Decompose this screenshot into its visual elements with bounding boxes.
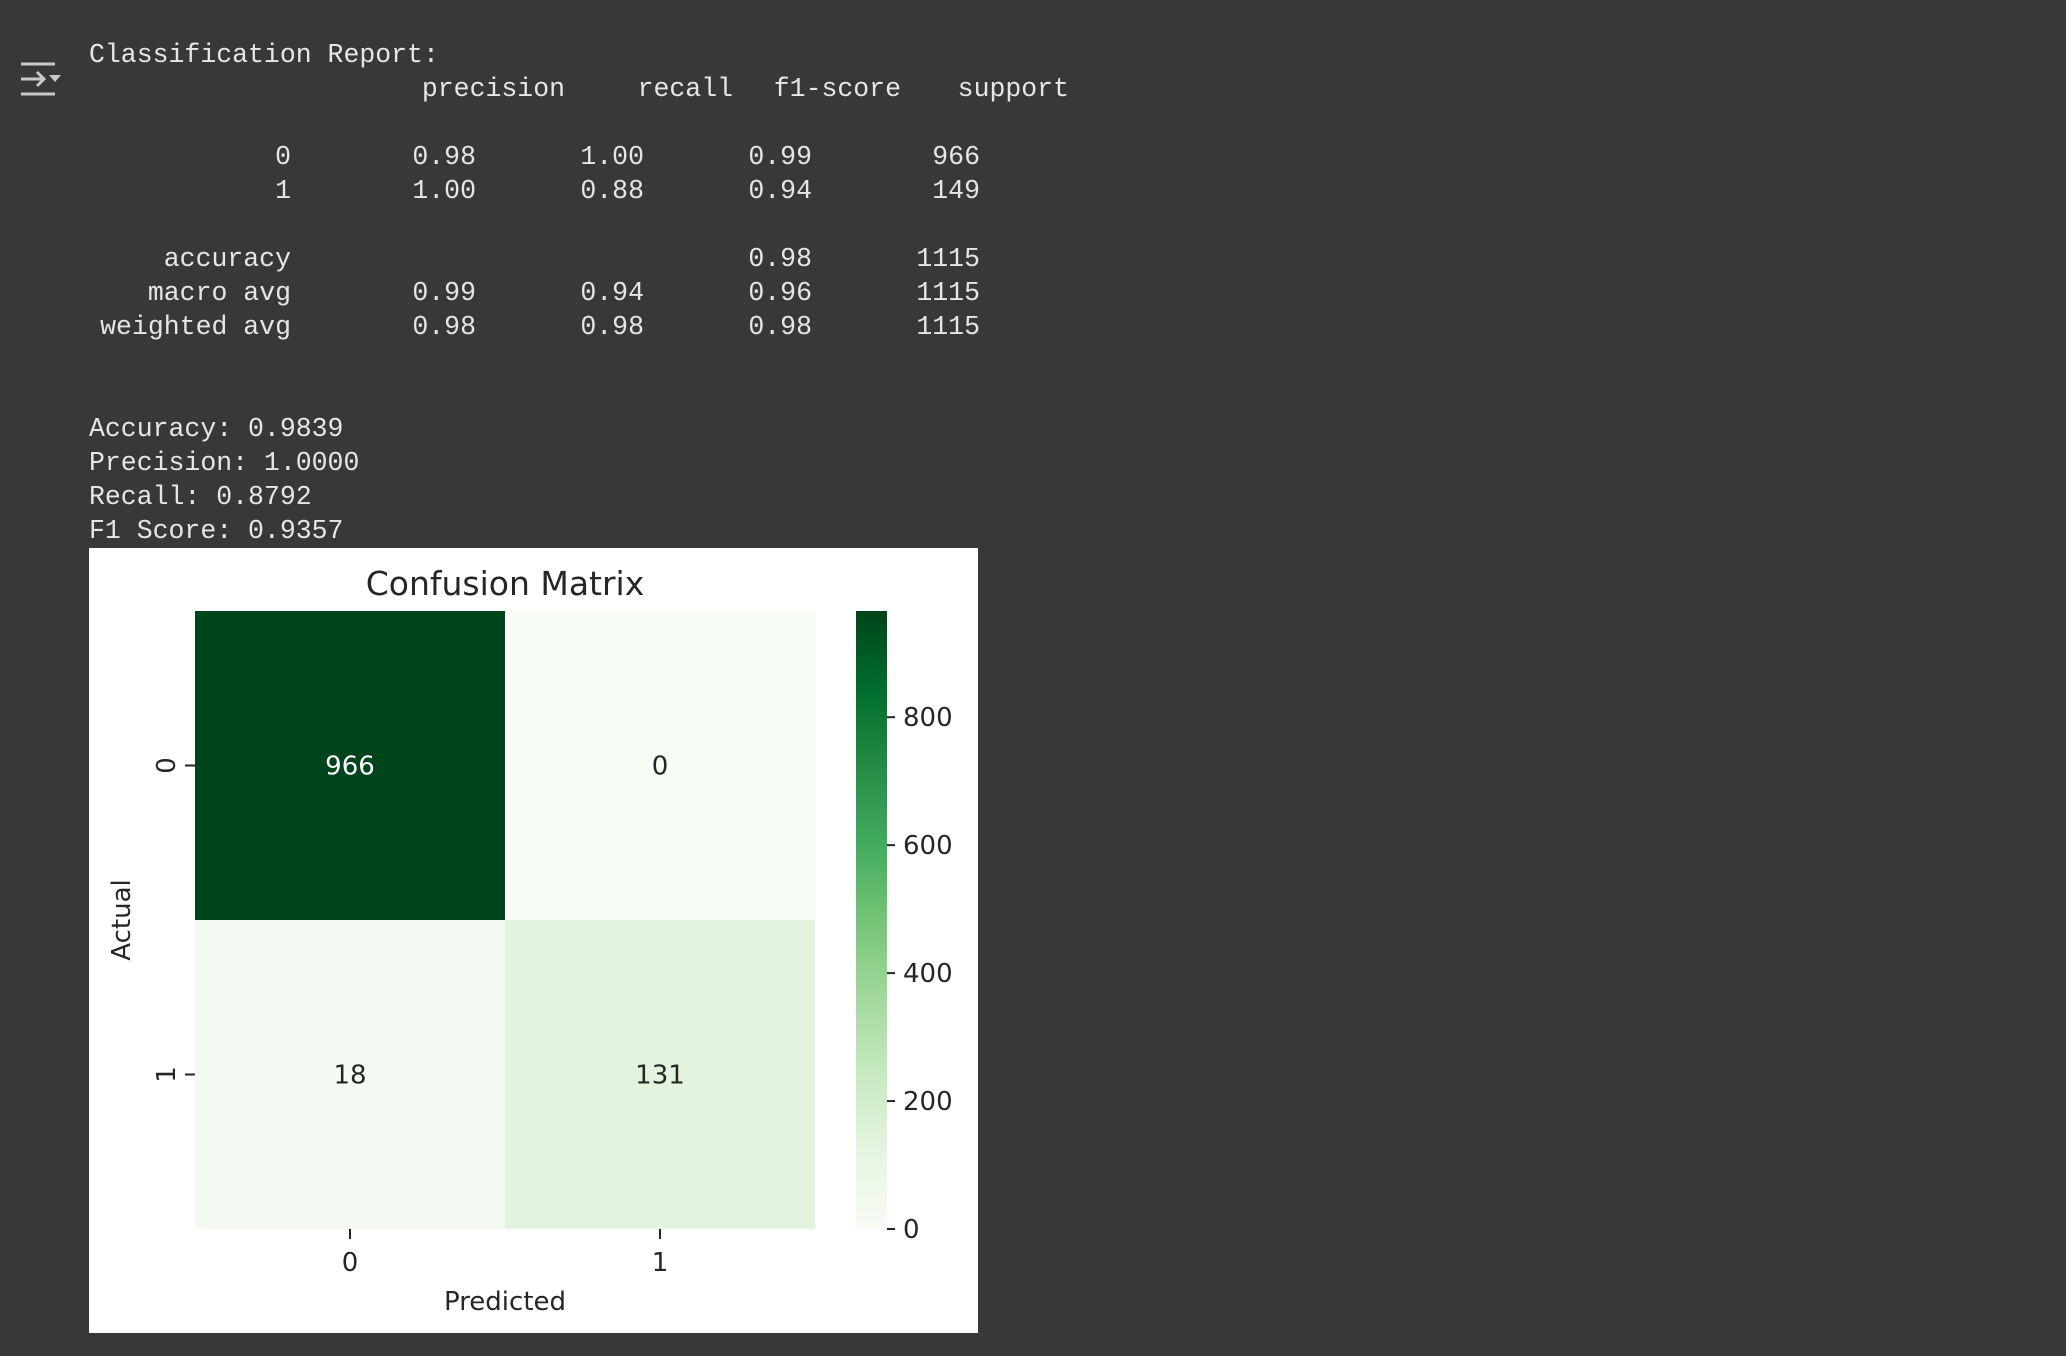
colorbar-tick-label: 600 <box>903 831 953 861</box>
row-support: 966 <box>932 142 980 172</box>
row-label: accuracy <box>163 244 291 274</box>
row-f1: 0.98 <box>748 312 812 342</box>
accuracy-line: Accuracy: 0.9839 <box>89 414 344 444</box>
report-row: weighted avg 0.98 0.98 0.98 1115 <box>89 310 1069 344</box>
row-recall <box>476 242 644 276</box>
x-tick-label: 0 <box>342 1248 359 1278</box>
row-f1: 0.96 <box>748 278 812 308</box>
x-axis-label: Predicted <box>444 1287 566 1317</box>
row-label: weighted avg <box>100 312 291 342</box>
header-precision: precision <box>421 74 565 104</box>
report-row: accuracy 0.98 1115 <box>89 242 1069 276</box>
row-label: 1 <box>275 176 291 206</box>
row-label: 0 <box>275 142 291 172</box>
cell-value-label: 966 <box>325 752 375 782</box>
row-precision: 0.98 <box>412 142 476 172</box>
cell-value-label: 18 <box>333 1061 366 1091</box>
row-precision: 0.98 <box>412 312 476 342</box>
y-tick-label: 1 <box>152 1066 182 1083</box>
cell-output: Classification Report: precision recall … <box>89 38 1069 548</box>
row-recall: 0.94 <box>580 278 644 308</box>
report-header-row: precision recall f1-score support <box>89 72 1069 106</box>
report-title: Classification Report: <box>89 40 439 70</box>
row-precision: 0.99 <box>412 278 476 308</box>
row-precision <box>291 242 476 276</box>
row-f1: 0.99 <box>748 142 812 172</box>
heatmap-cells: 966 0 18 131 <box>195 611 815 1229</box>
cell-value-label: 0 <box>652 752 669 782</box>
row-support: 1115 <box>916 278 980 308</box>
output-collapse-icon[interactable] <box>18 56 64 102</box>
report-row: 0 0.98 1.00 0.99 966 <box>89 140 1069 174</box>
row-support: 149 <box>932 176 980 206</box>
report-row: macro avg 0.99 0.94 0.96 1115 <box>89 276 1069 310</box>
chart-title: Confusion Matrix <box>366 564 645 603</box>
colorbar-tick-label: 200 <box>903 1087 953 1117</box>
cell-value-label: 131 <box>635 1061 685 1091</box>
header-recall: recall <box>637 74 733 104</box>
confusion-matrix-figure: Confusion Matrix 966 0 18 131 0 1 0 1 0 200 400 6… <box>89 548 978 1333</box>
colorbar <box>856 611 887 1229</box>
colorbar-ticks: 0 200 400 600 800 <box>887 703 953 1245</box>
row-support: 1115 <box>916 244 980 274</box>
report-row: 1 1.00 0.88 0.94 149 <box>89 174 1069 208</box>
header-support: support <box>957 74 1069 104</box>
y-tick-label: 0 <box>152 757 182 774</box>
f1-score-line: F1 Score: 0.9357 <box>89 516 344 546</box>
row-recall: 0.98 <box>580 312 644 342</box>
row-f1: 0.94 <box>748 176 812 206</box>
row-f1: 0.98 <box>748 244 812 274</box>
row-recall: 0.88 <box>580 176 644 206</box>
x-tick-label: 1 <box>652 1248 669 1278</box>
recall-line: Recall: 0.8792 <box>89 482 312 512</box>
colorbar-tick-label: 400 <box>903 959 953 989</box>
header-f1-score: f1-score <box>773 74 901 104</box>
precision-line: Precision: 1.0000 <box>89 448 360 478</box>
row-recall: 1.00 <box>580 142 644 172</box>
y-axis-label: Actual <box>107 879 137 960</box>
colorbar-tick-label: 0 <box>903 1215 920 1245</box>
row-label: macro avg <box>147 278 291 308</box>
row-support: 1115 <box>916 312 980 342</box>
row-precision: 1.00 <box>412 176 476 206</box>
colorbar-tick-label: 800 <box>903 703 953 733</box>
confusion-matrix-chart: Confusion Matrix 966 0 18 131 0 1 0 1 0 200 400 6… <box>107 564 953 1317</box>
